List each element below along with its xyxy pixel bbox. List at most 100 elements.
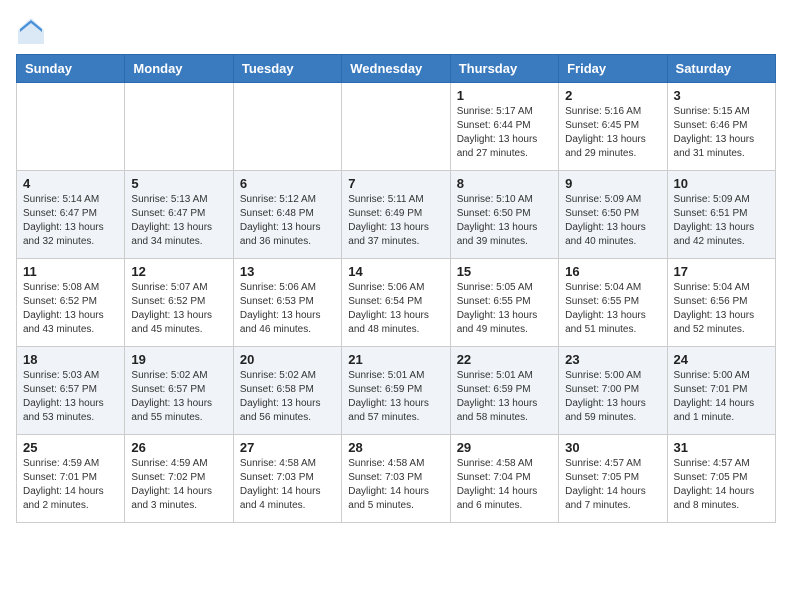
day-content: Sunrise: 5:13 AM Sunset: 6:47 PM Dayligh… [131, 193, 226, 249]
weekday-header-row: SundayMondayTuesdayWednesdayThursdayFrid… [17, 55, 776, 83]
day-number: 24 [674, 352, 769, 367]
calendar-cell: 19 Sunrise: 5:02 AM Sunset: 6:57 PM Dayli… [125, 347, 233, 435]
day-content: Sunrise: 5:04 AM Sunset: 6:56 PM Dayligh… [674, 281, 769, 337]
day-number: 17 [674, 264, 769, 279]
day-number: 9 [565, 176, 660, 191]
calendar-cell: 31 Sunrise: 4:57 AM Sunset: 7:05 PM Dayli… [667, 435, 775, 523]
day-content: Sunrise: 5:09 AM Sunset: 6:51 PM Dayligh… [674, 193, 769, 249]
day-content: Sunrise: 5:05 AM Sunset: 6:55 PM Dayligh… [457, 281, 552, 337]
day-content: Sunrise: 5:01 AM Sunset: 6:59 PM Dayligh… [348, 369, 443, 425]
day-number: 15 [457, 264, 552, 279]
day-number: 23 [565, 352, 660, 367]
day-number: 22 [457, 352, 552, 367]
calendar-cell: 6 Sunrise: 5:12 AM Sunset: 6:48 PM Daylig… [233, 171, 341, 259]
day-content: Sunrise: 5:06 AM Sunset: 6:53 PM Dayligh… [240, 281, 335, 337]
day-number: 19 [131, 352, 226, 367]
calendar-cell: 4Sunrise: 5:14 AM Sunset: 6:47 PM Daylig… [17, 171, 125, 259]
calendar-cell: 14 Sunrise: 5:06 AM Sunset: 6:54 PM Dayli… [342, 259, 450, 347]
calendar-cell: 1 Sunrise: 5:17 AM Sunset: 6:44 PM Daylig… [450, 83, 558, 171]
day-number: 27 [240, 440, 335, 455]
day-content: Sunrise: 5:12 AM Sunset: 6:48 PM Dayligh… [240, 193, 335, 249]
calendar-cell: 29Sunrise: 4:58 AM Sunset: 7:04 PM Dayli… [450, 435, 558, 523]
day-number: 31 [674, 440, 769, 455]
day-number: 8 [457, 176, 552, 191]
day-content: Sunrise: 4:59 AM Sunset: 7:01 PM Dayligh… [23, 457, 118, 513]
day-content: Sunrise: 4:57 AM Sunset: 7:05 PM Dayligh… [674, 457, 769, 513]
calendar-cell: 12 Sunrise: 5:07 AM Sunset: 6:52 PM Dayli… [125, 259, 233, 347]
day-content: Sunrise: 5:03 AM Sunset: 6:57 PM Dayligh… [23, 369, 118, 425]
day-content: Sunrise: 4:59 AM Sunset: 7:02 PM Dayligh… [131, 457, 226, 513]
calendar-cell: 8 Sunrise: 5:10 AM Sunset: 6:50 PM Daylig… [450, 171, 558, 259]
day-content: Sunrise: 4:58 AM Sunset: 7:04 PM Dayligh… [457, 457, 552, 513]
day-number: 16 [565, 264, 660, 279]
weekday-thursday: Thursday [450, 55, 558, 83]
calendar-cell: 28Sunrise: 4:58 AM Sunset: 7:03 PM Dayli… [342, 435, 450, 523]
day-number: 1 [457, 88, 552, 103]
calendar-cell: 7 Sunrise: 5:11 AM Sunset: 6:49 PM Daylig… [342, 171, 450, 259]
day-number: 26 [131, 440, 226, 455]
day-number: 5 [131, 176, 226, 191]
day-content: Sunrise: 5:16 AM Sunset: 6:45 PM Dayligh… [565, 105, 660, 161]
day-content: Sunrise: 5:08 AM Sunset: 6:52 PM Dayligh… [23, 281, 118, 337]
calendar-cell: 18 Sunrise: 5:03 AM Sunset: 6:57 PM Dayli… [17, 347, 125, 435]
calendar-cell: 5 Sunrise: 5:13 AM Sunset: 6:47 PM Daylig… [125, 171, 233, 259]
day-number: 11 [23, 264, 118, 279]
day-content: Sunrise: 4:58 AM Sunset: 7:03 PM Dayligh… [348, 457, 443, 513]
day-number: 30 [565, 440, 660, 455]
calendar-cell: 25 Sunrise: 4:59 AM Sunset: 7:01 PM Dayli… [17, 435, 125, 523]
weekday-friday: Friday [559, 55, 667, 83]
day-number: 7 [348, 176, 443, 191]
calendar-cell [125, 83, 233, 171]
day-content: Sunrise: 4:58 AM Sunset: 7:03 PM Dayligh… [240, 457, 335, 513]
calendar-cell: 11 Sunrise: 5:08 AM Sunset: 6:52 PM Dayli… [17, 259, 125, 347]
day-number: 2 [565, 88, 660, 103]
weekday-saturday: Saturday [667, 55, 775, 83]
calendar-cell: 2 Sunrise: 5:16 AM Sunset: 6:45 PM Daylig… [559, 83, 667, 171]
page-header [16, 16, 776, 46]
calendar-cell: 23 Sunrise: 5:00 AM Sunset: 7:00 PM Dayli… [559, 347, 667, 435]
calendar-cell: 3 Sunrise: 5:15 AM Sunset: 6:46 PM Daylig… [667, 83, 775, 171]
logo-icon [16, 16, 46, 46]
day-number: 3 [674, 88, 769, 103]
calendar-cell: 24 Sunrise: 5:00 AM Sunset: 7:01 PM Dayli… [667, 347, 775, 435]
calendar-cell: 20Sunrise: 5:02 AM Sunset: 6:58 PM Dayli… [233, 347, 341, 435]
calendar-cell: 26 Sunrise: 4:59 AM Sunset: 7:02 PM Dayli… [125, 435, 233, 523]
day-content: Sunrise: 5:09 AM Sunset: 6:50 PM Dayligh… [565, 193, 660, 249]
logo [16, 16, 50, 46]
week-row-5: 25 Sunrise: 4:59 AM Sunset: 7:01 PM Dayli… [17, 435, 776, 523]
day-number: 13 [240, 264, 335, 279]
day-content: Sunrise: 5:00 AM Sunset: 7:01 PM Dayligh… [674, 369, 769, 425]
calendar-cell: 21 Sunrise: 5:01 AM Sunset: 6:59 PM Dayli… [342, 347, 450, 435]
day-content: Sunrise: 5:07 AM Sunset: 6:52 PM Dayligh… [131, 281, 226, 337]
day-number: 14 [348, 264, 443, 279]
day-content: Sunrise: 5:02 AM Sunset: 6:57 PM Dayligh… [131, 369, 226, 425]
calendar-cell: 13 Sunrise: 5:06 AM Sunset: 6:53 PM Dayli… [233, 259, 341, 347]
day-number: 20 [240, 352, 335, 367]
calendar-cell [342, 83, 450, 171]
week-row-1: 1 Sunrise: 5:17 AM Sunset: 6:44 PM Daylig… [17, 83, 776, 171]
weekday-monday: Monday [125, 55, 233, 83]
day-number: 18 [23, 352, 118, 367]
calendar-table: SundayMondayTuesdayWednesdayThursdayFrid… [16, 54, 776, 523]
day-content: Sunrise: 5:10 AM Sunset: 6:50 PM Dayligh… [457, 193, 552, 249]
calendar-cell: 27 Sunrise: 4:58 AM Sunset: 7:03 PM Dayli… [233, 435, 341, 523]
day-content: Sunrise: 5:00 AM Sunset: 7:00 PM Dayligh… [565, 369, 660, 425]
calendar-cell: 16 Sunrise: 5:04 AM Sunset: 6:55 PM Dayli… [559, 259, 667, 347]
day-number: 25 [23, 440, 118, 455]
calendar-cell [17, 83, 125, 171]
weekday-wednesday: Wednesday [342, 55, 450, 83]
week-row-3: 11 Sunrise: 5:08 AM Sunset: 6:52 PM Dayli… [17, 259, 776, 347]
day-content: Sunrise: 5:06 AM Sunset: 6:54 PM Dayligh… [348, 281, 443, 337]
day-content: Sunrise: 5:11 AM Sunset: 6:49 PM Dayligh… [348, 193, 443, 249]
day-content: Sunrise: 4:57 AM Sunset: 7:05 PM Dayligh… [565, 457, 660, 513]
day-number: 4 [23, 176, 118, 191]
day-content: Sunrise: 5:17 AM Sunset: 6:44 PM Dayligh… [457, 105, 552, 161]
day-content: Sunrise: 5:15 AM Sunset: 6:46 PM Dayligh… [674, 105, 769, 161]
day-number: 21 [348, 352, 443, 367]
calendar-cell: 17 Sunrise: 5:04 AM Sunset: 6:56 PM Dayli… [667, 259, 775, 347]
day-content: Sunrise: 5:04 AM Sunset: 6:55 PM Dayligh… [565, 281, 660, 337]
calendar-cell: 30 Sunrise: 4:57 AM Sunset: 7:05 PM Dayli… [559, 435, 667, 523]
day-content: Sunrise: 5:01 AM Sunset: 6:59 PM Dayligh… [457, 369, 552, 425]
day-number: 6 [240, 176, 335, 191]
day-number: 12 [131, 264, 226, 279]
